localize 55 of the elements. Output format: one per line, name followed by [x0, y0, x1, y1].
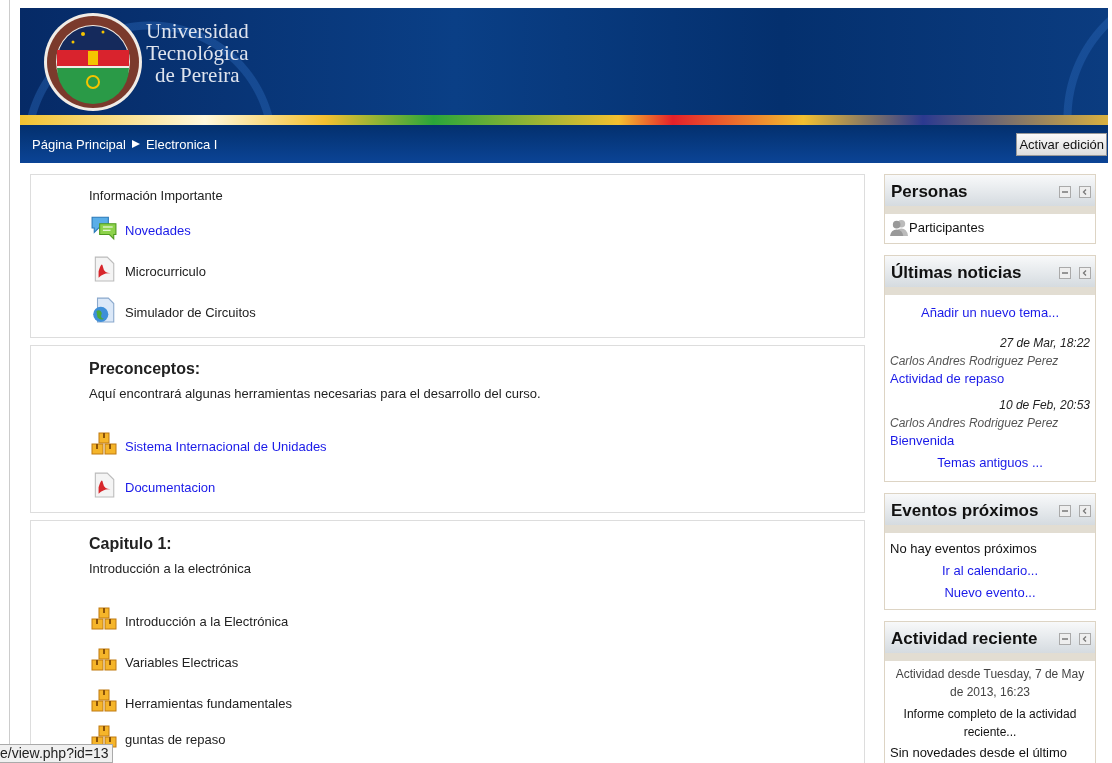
- activity-link[interactable]: Introducción a la Electrónica: [125, 613, 289, 629]
- news-author: Carlos Andres Rodriguez Perez: [890, 353, 1060, 369]
- dock-icon[interactable]: [1079, 633, 1091, 645]
- activity-link[interactable]: guntas de repaso: [125, 731, 226, 747]
- edit-mode-button[interactable]: Activar edición: [1016, 132, 1107, 156]
- university-name: Universidad Tecnológica de Pereira: [146, 19, 249, 86]
- section-summary: Introducción a la electrónica: [89, 561, 252, 576]
- block-link[interactable]: Añadir un nuevo tema...: [890, 305, 1090, 321]
- dock-icon[interactable]: [1079, 267, 1091, 279]
- status-url-tooltip: e/view.php?id=13: [0, 744, 113, 763]
- block-text: Sin novedades desde el último: [890, 745, 1069, 761]
- news-date: 10 de Feb, 20:53: [998, 397, 1090, 413]
- block-link[interactable]: Nuevo evento...: [890, 585, 1090, 601]
- block-text: No hay eventos próximos: [890, 541, 1038, 557]
- block-title: Últimas noticias: [891, 263, 1022, 283]
- participants-link[interactable]: Participantes: [909, 220, 985, 235]
- activity-link[interactable]: Simulador de Circuitos: [125, 304, 256, 320]
- block-link[interactable]: Temas antiguos ...: [890, 455, 1090, 471]
- collapse-icon[interactable]: [1059, 267, 1071, 279]
- full-report-link[interactable]: Informe completo de la actividad reciente...: [890, 705, 1090, 741]
- breadcrumb-separator-icon: [130, 139, 141, 149]
- block-title: Personas: [891, 182, 968, 202]
- activity-since-text: Actividad desde Tuesday, 7 de May de 2013, 16:23: [894, 666, 1086, 701]
- section-summary: Aquí encontrará algunas herramientas necesarias para el desarrollo del curso.: [89, 386, 542, 401]
- boxes-icon: [91, 431, 117, 457]
- collapse-icon[interactable]: [1059, 505, 1071, 517]
- activity-link[interactable]: Microcurriculo: [125, 263, 206, 279]
- breadcrumb-link[interactable]: Electronica I: [145, 136, 218, 152]
- dock-icon[interactable]: [1079, 186, 1091, 198]
- boxes-icon: [91, 688, 117, 714]
- section-summary: Información Importante: [89, 188, 224, 203]
- boxes-icon: [91, 647, 117, 673]
- people-icon: [890, 218, 909, 237]
- activity-link[interactable]: Novedades: [125, 222, 191, 238]
- news-link[interactable]: Actividad de repaso: [890, 371, 1090, 387]
- block-title: Actividad reciente: [891, 629, 1038, 649]
- university-seal-icon: [43, 11, 143, 112]
- activity-link[interactable]: Documentacion: [125, 479, 216, 495]
- activity-link[interactable]: Herramientas fundamentales: [125, 695, 292, 711]
- breadcrumb-link[interactable]: Página Principal: [32, 136, 126, 152]
- activity-link[interactable]: Variables Electricas: [125, 654, 239, 670]
- block-title: Eventos próximos: [891, 501, 1039, 521]
- activity-link[interactable]: Sistema Internacional de Unidades: [125, 438, 327, 454]
- section-title: Capitulo 1:: [89, 535, 173, 553]
- news-date: 27 de Mar, 18:22: [998, 335, 1090, 351]
- news-author: Carlos Andres Rodriguez Perez: [890, 415, 1060, 431]
- block-link[interactable]: Ir al calendario...: [890, 563, 1090, 579]
- collapse-icon[interactable]: [1059, 633, 1071, 645]
- speech-bubbles-icon: [91, 215, 117, 241]
- section-title: Preconceptos:: [89, 360, 202, 378]
- news-link[interactable]: Bienvenida: [890, 433, 1090, 449]
- boxes-icon: [91, 606, 117, 632]
- collapse-icon[interactable]: [1059, 186, 1071, 198]
- globe-page-icon: [91, 297, 117, 323]
- dock-icon[interactable]: [1079, 505, 1091, 517]
